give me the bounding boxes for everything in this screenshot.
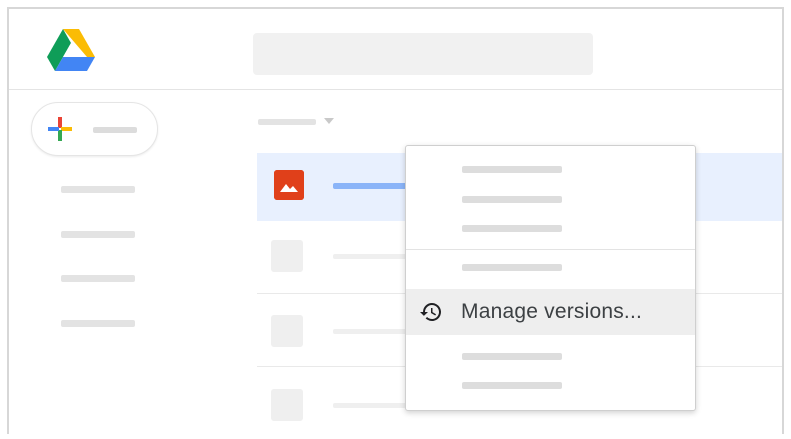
file-name-placeholder bbox=[333, 254, 409, 259]
plus-icon bbox=[48, 117, 72, 141]
column-header-name[interactable] bbox=[258, 119, 316, 125]
search-bar[interactable] bbox=[253, 33, 593, 75]
menu-item-placeholder-5[interactable] bbox=[462, 353, 562, 360]
file-icon-placeholder bbox=[271, 240, 303, 272]
manage-versions-menu-item[interactable]: Manage versions... bbox=[406, 289, 695, 335]
new-button-label-placeholder bbox=[93, 127, 137, 133]
manage-versions-label: Manage versions... bbox=[461, 300, 643, 323]
history-icon bbox=[420, 303, 441, 321]
drive-window: Manage versions... bbox=[7, 7, 784, 434]
menu-item-placeholder-6[interactable] bbox=[462, 382, 562, 389]
sidebar-item-4[interactable] bbox=[61, 320, 135, 327]
file-icon-placeholder bbox=[271, 389, 303, 421]
image-file-icon bbox=[274, 170, 304, 200]
context-menu: Manage versions... bbox=[405, 145, 696, 411]
sidebar-item-3[interactable] bbox=[61, 275, 135, 282]
top-bar bbox=[9, 9, 782, 90]
file-name-placeholder bbox=[333, 403, 409, 408]
file-name-placeholder bbox=[333, 183, 409, 189]
file-name-placeholder bbox=[333, 329, 409, 334]
menu-separator bbox=[406, 249, 695, 250]
menu-item-placeholder-4[interactable] bbox=[462, 264, 562, 271]
sidebar-item-2[interactable] bbox=[61, 231, 135, 238]
menu-item-placeholder-3[interactable] bbox=[462, 225, 562, 232]
sidebar-item-1[interactable] bbox=[61, 186, 135, 193]
file-icon-placeholder bbox=[271, 315, 303, 347]
google-drive-logo[interactable] bbox=[47, 29, 95, 73]
sort-caret-icon[interactable] bbox=[324, 118, 334, 124]
menu-item-placeholder-2[interactable] bbox=[462, 196, 562, 203]
new-button[interactable] bbox=[31, 102, 158, 156]
menu-item-placeholder-1[interactable] bbox=[462, 166, 562, 173]
